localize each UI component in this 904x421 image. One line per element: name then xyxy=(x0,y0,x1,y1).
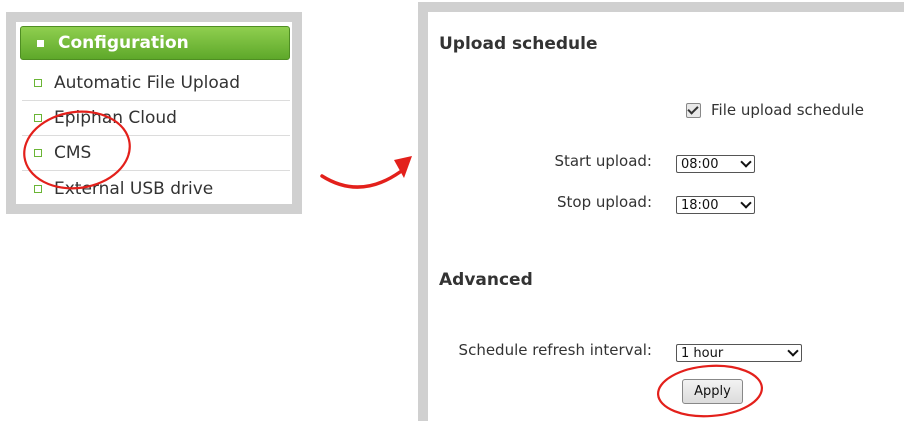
stop-upload-value: 18:00 xyxy=(681,197,719,213)
config-menu: Configuration Automatic File Upload Epip… xyxy=(16,22,292,204)
square-bullet-icon xyxy=(34,149,42,157)
menu-item-cms[interactable]: CMS xyxy=(22,136,290,171)
stop-upload-select[interactable]: 18:00 xyxy=(676,196,755,214)
upload-settings-panel: Upload schedule File upload schedule Sta… xyxy=(418,2,904,421)
apply-button[interactable]: Apply xyxy=(682,379,743,404)
config-menu-panel: Configuration Automatic File Upload Epip… xyxy=(6,12,302,214)
square-bullet-icon xyxy=(34,79,42,87)
chevron-down-icon xyxy=(787,345,799,357)
upload-schedule-title: Upload schedule xyxy=(439,34,598,54)
menu-item-label: Automatic File Upload xyxy=(54,73,241,93)
menu-list: Automatic File Upload Epiphan Cloud CMS … xyxy=(22,66,290,206)
chevron-down-icon xyxy=(740,197,752,209)
start-upload-label: Start upload: xyxy=(554,152,652,170)
file-upload-schedule-label: File upload schedule xyxy=(711,101,864,119)
menu-item-label: Epiphan Cloud xyxy=(54,108,177,128)
arrow-icon xyxy=(320,170,402,189)
square-bullet-icon xyxy=(34,184,42,193)
menu-item-epiphan-cloud[interactable]: Epiphan Cloud xyxy=(22,101,290,136)
arrow-head-icon xyxy=(394,156,412,178)
file-upload-schedule-checkbox[interactable] xyxy=(686,102,701,118)
square-bullet-icon xyxy=(37,39,44,47)
refresh-interval-value: 1 hour xyxy=(681,345,724,361)
menu-item-label: External USB drive xyxy=(54,178,214,199)
stop-upload-label: Stop upload: xyxy=(556,193,652,211)
menu-item-label: CMS xyxy=(54,143,92,163)
square-bullet-icon xyxy=(34,114,42,122)
menu-header-label: Configuration xyxy=(58,33,189,53)
start-upload-select[interactable]: 08:00 xyxy=(676,155,755,173)
menu-item-external-usb-drive[interactable]: External USB drive xyxy=(22,171,290,206)
refresh-interval-label: Schedule refresh interval: xyxy=(458,341,652,359)
menu-item-automatic-file-upload[interactable]: Automatic File Upload xyxy=(22,66,290,101)
advanced-title: Advanced xyxy=(439,270,533,290)
menu-header-configuration[interactable]: Configuration xyxy=(20,26,290,60)
file-upload-schedule-row: File upload schedule xyxy=(686,101,864,119)
start-upload-value: 08:00 xyxy=(681,156,719,172)
refresh-interval-select[interactable]: 1 hour xyxy=(676,344,802,362)
chevron-down-icon xyxy=(740,156,752,168)
